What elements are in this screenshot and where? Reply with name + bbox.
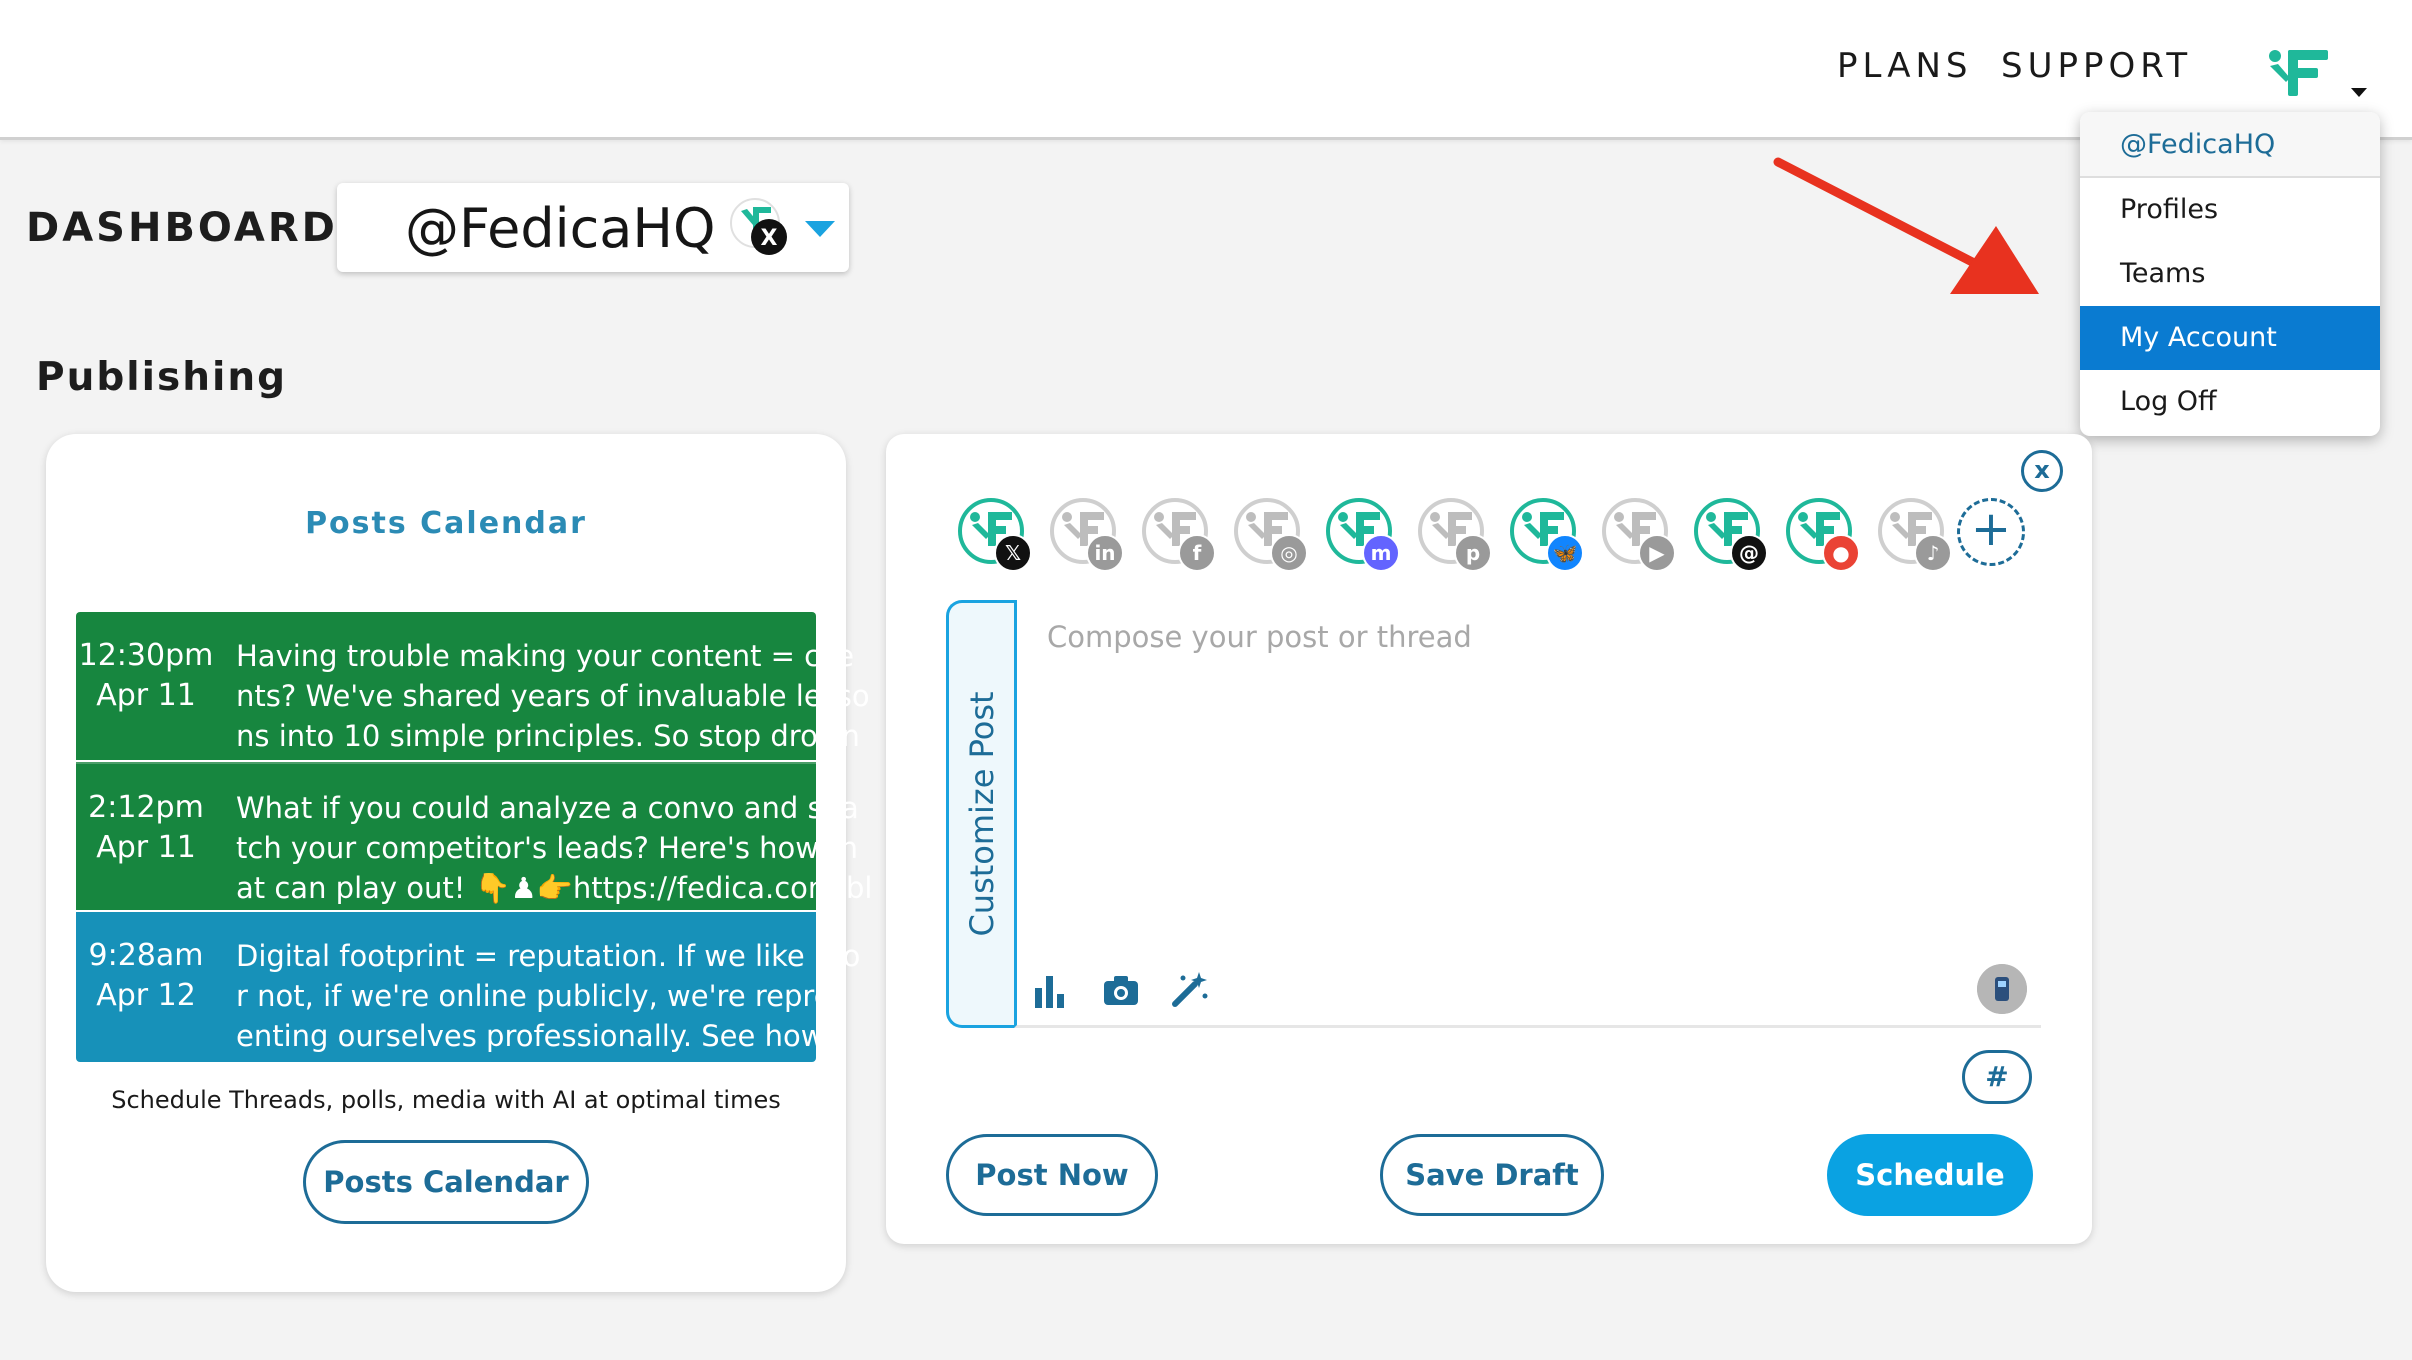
tiktok-icon: ♪	[1914, 534, 1952, 572]
account-caret-icon[interactable]	[2351, 88, 2367, 97]
account-dropdown-menu: @FedicaHQ Profiles Teams My Account Log …	[2080, 112, 2380, 436]
network-x-toggle[interactable]: 𝕏	[958, 498, 1032, 572]
compose-textarea[interactable]	[1047, 620, 2027, 920]
network-youtube-toggle[interactable]: ▶	[1602, 498, 1676, 572]
network-facebook-toggle[interactable]: f	[1142, 498, 1216, 572]
fedica-logo-icon[interactable]	[2266, 44, 2332, 100]
add-network-button[interactable]: +	[1957, 498, 2025, 566]
support-link[interactable]: SUPPORT	[2001, 46, 2192, 86]
account-avatar-icon: X	[730, 198, 787, 255]
pinterest-icon: p	[1454, 534, 1492, 572]
network-mastodon-toggle[interactable]: m	[1326, 498, 1400, 572]
post-text: What if you could analyze a convo and sn…	[236, 791, 873, 905]
mastodon-icon: m	[1362, 534, 1400, 572]
scheduled-post-row[interactable]: 9:28am Apr 12 Digital footprint = reputa…	[76, 912, 861, 1062]
calendar-subtext: Schedule Threads, polls, media with AI a…	[111, 1086, 781, 1114]
network-instagram-toggle[interactable]: ◎	[1234, 498, 1308, 572]
network-linkedin-toggle[interactable]: in	[1050, 498, 1124, 572]
network-bluesky-toggle[interactable]: 🦋	[1510, 498, 1584, 572]
network-tiktok-toggle[interactable]: ♪	[1878, 498, 1952, 572]
close-compose-button[interactable]: x	[2021, 450, 2063, 492]
post-time: 9:28am Apr 12	[76, 936, 216, 1016]
svg-text:X: X	[761, 226, 778, 251]
publishing-section-title: Publishing	[36, 355, 288, 400]
post-time-value: 12:30pm	[78, 638, 214, 673]
scheduled-post-row[interactable]: 12:30pm Apr 11 Having trouble making you…	[76, 612, 870, 760]
post-date-value: Apr 12	[96, 978, 196, 1013]
menu-item-my-account[interactable]: My Account	[2080, 306, 2380, 370]
post-now-button[interactable]: Post Now	[946, 1134, 1158, 1216]
post-time-value: 9:28am	[88, 938, 204, 973]
menu-item-profiles[interactable]: Profiles	[2080, 178, 2380, 242]
plans-link[interactable]: PLANS	[1837, 46, 1973, 86]
posts-calendar-card: Posts Calendar 12:30pm Apr 11 Having tro…	[46, 434, 873, 1292]
linkedin-icon: in	[1086, 534, 1124, 572]
poll-chart-icon[interactable]	[1031, 970, 1071, 1010]
facebook-icon: f	[1178, 534, 1216, 572]
post-time-value: 2:12pm	[88, 790, 204, 825]
top-navigation-bar: PLANS SUPPORT	[0, 0, 2412, 140]
menu-account-handle: @FedicaHQ	[2080, 112, 2380, 178]
calendar-card-title: Posts Calendar	[305, 506, 587, 541]
compose-post-card: x 𝕏in f ◎ m p 🦋 ▶ @ ● ♪ + Customize Post	[886, 434, 2092, 1244]
customize-post-label: Customize Post	[962, 691, 1001, 937]
save-draft-button[interactable]: Save Draft	[1380, 1134, 1604, 1216]
dashboard-title: DASHBOARD	[26, 205, 338, 251]
post-time: 12:30pm Apr 11	[76, 636, 216, 716]
post-date-value: Apr 11	[96, 678, 196, 713]
annotation-arrow	[1773, 157, 2039, 294]
post-time: 2:12pm Apr 11	[76, 788, 216, 868]
bluesky-icon: 🦋	[1546, 534, 1584, 572]
instagram-icon: ◎	[1270, 534, 1308, 572]
x-icon: 𝕏	[994, 534, 1032, 572]
ai-assistant-icon[interactable]	[1977, 964, 2027, 1014]
hashtag-button[interactable]: #	[1962, 1050, 2032, 1104]
youtube-icon: ▶	[1638, 534, 1676, 572]
google-business-icon: ●	[1822, 534, 1860, 572]
post-text: Digital footprint = reputation. If we li…	[236, 939, 861, 1053]
account-selector[interactable]: @FedicaHQ X	[337, 183, 849, 272]
compose-area	[1014, 600, 2041, 1028]
dropdown-arrow-icon	[805, 221, 835, 237]
magic-wand-icon[interactable]	[1169, 970, 1209, 1010]
post-date-value: Apr 11	[96, 830, 196, 865]
camera-icon[interactable]	[1101, 970, 1141, 1010]
network-google-business-toggle[interactable]: ●	[1786, 498, 1860, 572]
threads-icon: @	[1730, 534, 1768, 572]
selected-account-handle: @FedicaHQ	[405, 197, 716, 260]
schedule-button[interactable]: Schedule	[1827, 1134, 2033, 1216]
scheduled-post-row[interactable]: 2:12pm Apr 11 What if you could analyze …	[76, 762, 873, 910]
network-threads-toggle[interactable]: @	[1694, 498, 1768, 572]
customize-post-tab[interactable]: Customize Post	[946, 600, 1014, 1028]
post-text: Having trouble making your content = cli…	[236, 639, 870, 753]
network-pinterest-toggle[interactable]: p	[1418, 498, 1492, 572]
menu-item-teams[interactable]: Teams	[2080, 242, 2380, 306]
posts-calendar-button[interactable]: Posts Calendar	[303, 1140, 589, 1224]
menu-item-log-off[interactable]: Log Off	[2080, 370, 2380, 434]
